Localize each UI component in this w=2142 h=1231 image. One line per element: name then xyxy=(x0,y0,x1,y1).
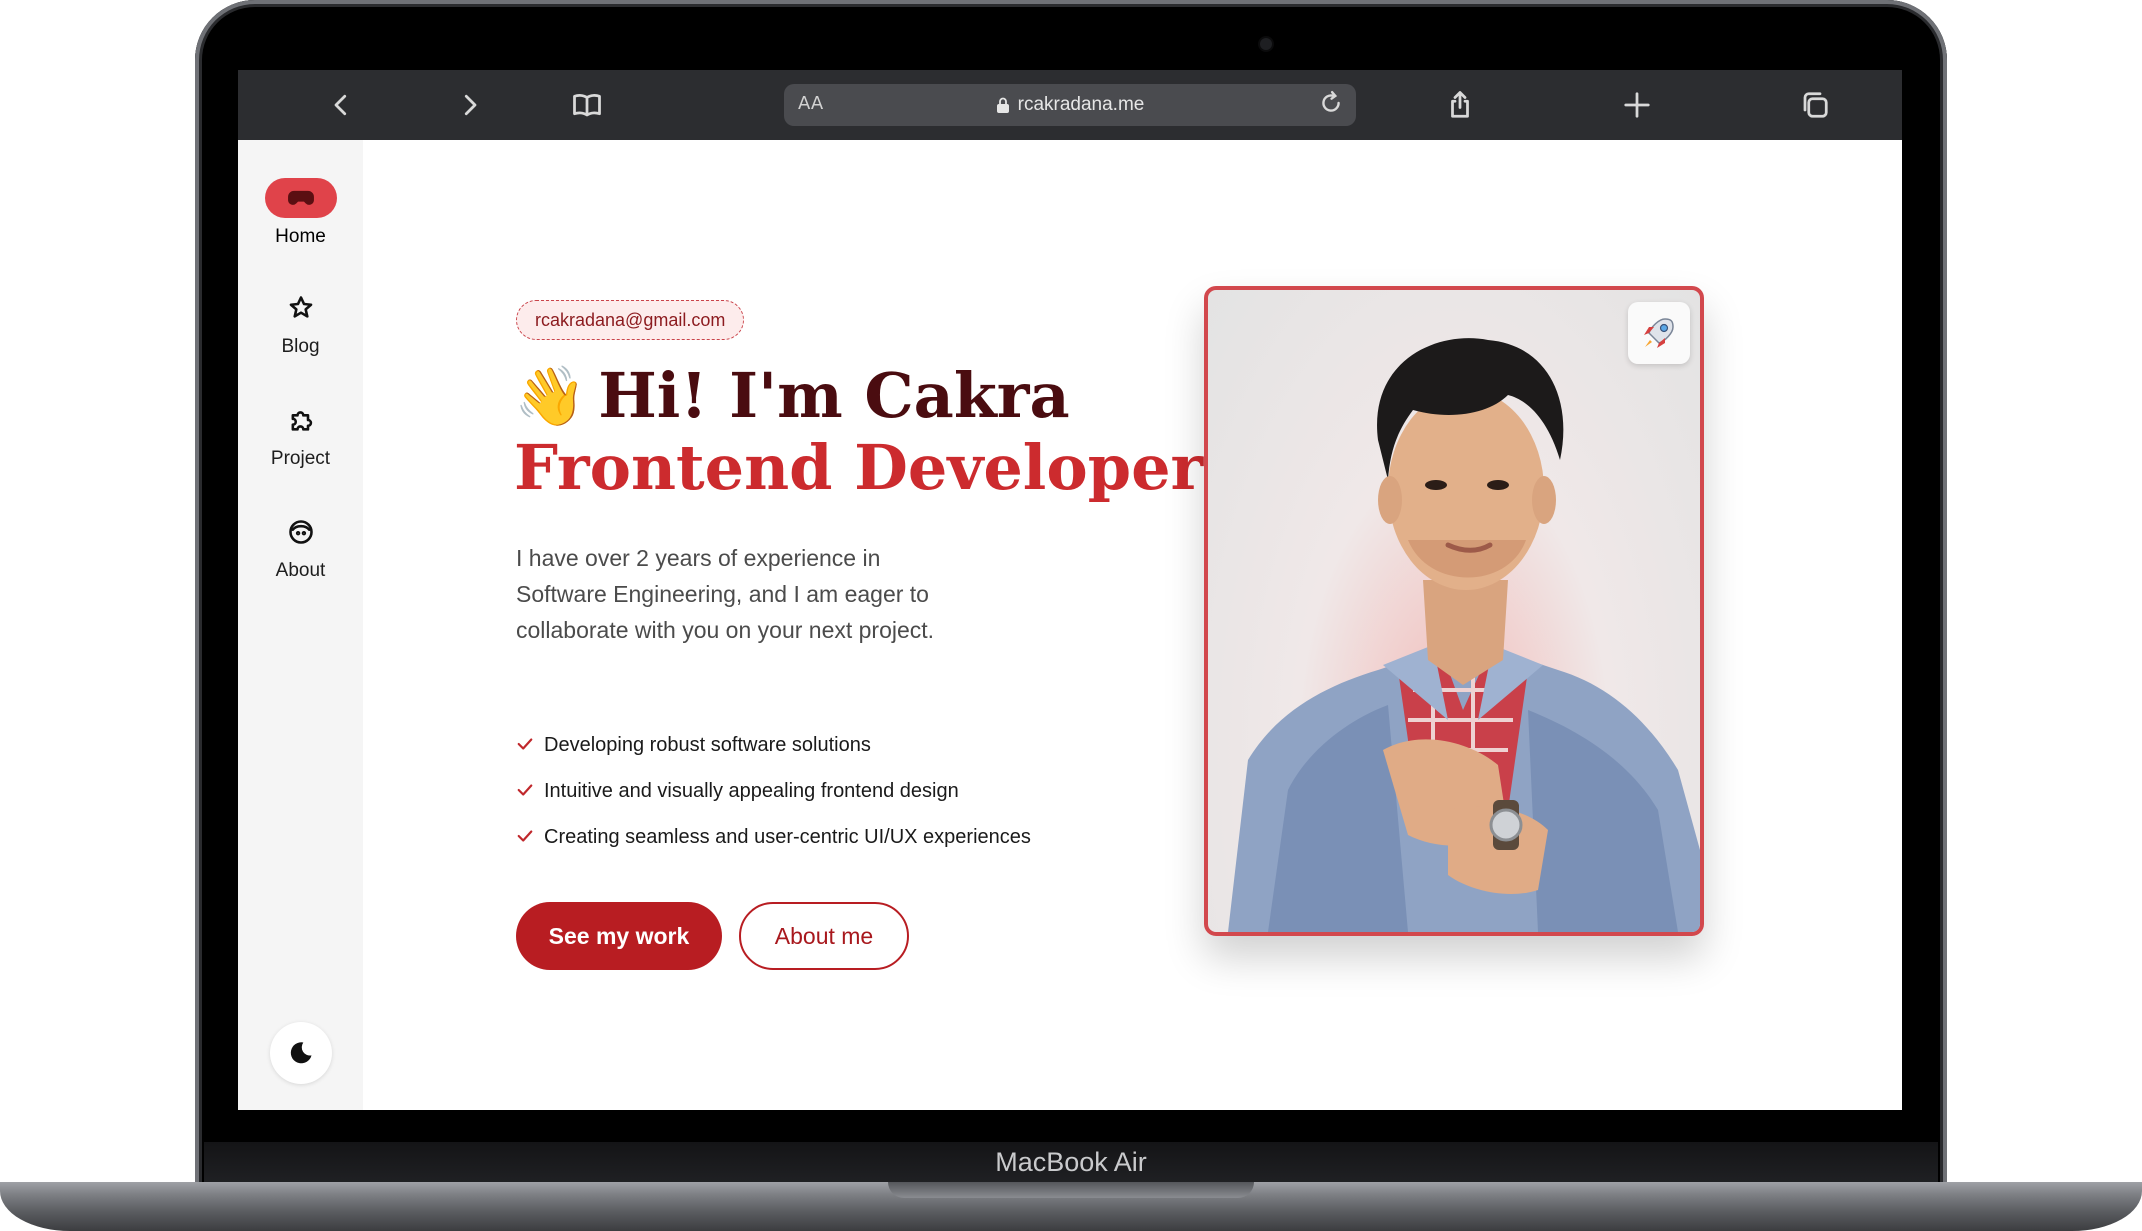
sidebar-item-home[interactable]: Home xyxy=(238,178,363,248)
bookmarks-button[interactable] xyxy=(570,88,604,122)
list-item: Intuitive and visually appealing fronten… xyxy=(516,768,1031,814)
profile-photo xyxy=(1228,338,1700,932)
back-button[interactable] xyxy=(324,88,358,122)
sidebar-item-project[interactable]: Project xyxy=(238,400,363,470)
sidebar-item-label: Home xyxy=(275,226,326,247)
check-icon xyxy=(516,827,536,847)
share-icon xyxy=(1451,91,1469,118)
sidebar-nav: Home Blog Project About xyxy=(238,140,363,1110)
theme-toggle-button[interactable] xyxy=(270,1022,332,1084)
sidebar-item-blog[interactable]: Blog xyxy=(238,288,363,358)
hero-role: Frontend Developer xyxy=(514,431,1204,504)
rocket-icon xyxy=(1644,318,1674,348)
chevron-left-icon xyxy=(334,94,347,116)
camera xyxy=(1260,38,1272,50)
chevron-right-icon xyxy=(464,94,477,116)
profile-photo-card xyxy=(1204,286,1704,936)
feature-text: Creating seamless and user-centric UI/UX… xyxy=(544,825,1031,848)
tabs-overview-button[interactable] xyxy=(1798,88,1832,122)
puzzle-icon xyxy=(265,400,337,440)
rocket-button[interactable] xyxy=(1628,302,1690,364)
wave-icon: 👋 xyxy=(514,362,587,430)
reload-icon xyxy=(1322,90,1340,112)
browser-toolbar: AA rcakradana.me xyxy=(238,70,1902,140)
email-badge[interactable]: rcakradana@gmail.com xyxy=(516,300,745,340)
sidebar-item-label: Project xyxy=(270,448,331,469)
laptop-hinge-notch xyxy=(888,1182,1254,1198)
check-icon xyxy=(516,781,536,801)
hero-heading: 👋 Hi! I'm Cakra Frontend Developer xyxy=(514,360,1203,504)
check-icon xyxy=(516,735,536,755)
device-label: MacBook Air xyxy=(204,1142,1938,1182)
face-icon xyxy=(265,512,337,552)
url-display: rcakradana.me xyxy=(784,84,1356,126)
list-item: Developing robust software solutions xyxy=(516,722,1031,768)
feature-text: Developing robust software solutions xyxy=(544,733,871,756)
about-me-button[interactable]: About me xyxy=(739,902,909,970)
moon-icon xyxy=(290,1042,312,1064)
sidebar-item-about[interactable]: About xyxy=(238,512,363,582)
plus-icon xyxy=(1624,92,1650,118)
hero-greeting-line: 👋 Hi! I'm Cakra xyxy=(514,360,1203,432)
book-icon xyxy=(573,94,601,117)
sidebar-item-label: Blog xyxy=(281,336,320,357)
forward-button[interactable] xyxy=(453,88,487,122)
share-button[interactable] xyxy=(1443,88,1477,122)
address-bar[interactable]: AA rcakradana.me xyxy=(784,84,1356,126)
tabs-icon xyxy=(1803,92,1828,118)
feature-text: Intuitive and visually appealing fronten… xyxy=(544,779,959,802)
list-item: Creating seamless and user-centric UI/UX… xyxy=(516,814,1031,860)
hero-greeting: Hi! I'm Cakra xyxy=(598,359,1070,432)
url-text: rcakradana.me xyxy=(1017,94,1145,115)
gamepad-icon xyxy=(264,178,337,218)
see-my-work-button[interactable]: See my work xyxy=(516,902,722,970)
screen: AA rcakradana.me Home Blog Project About… xyxy=(238,70,1902,1110)
hero-intro: I have over 2 years of experience in Sof… xyxy=(516,545,935,643)
feature-list: Developing robust software solutions Int… xyxy=(516,722,1031,860)
lock-icon xyxy=(996,97,1009,113)
reload-button[interactable] xyxy=(1318,90,1348,120)
star-icon xyxy=(265,288,337,328)
sidebar-item-label: About xyxy=(275,560,326,581)
new-tab-button[interactable] xyxy=(1620,88,1654,122)
